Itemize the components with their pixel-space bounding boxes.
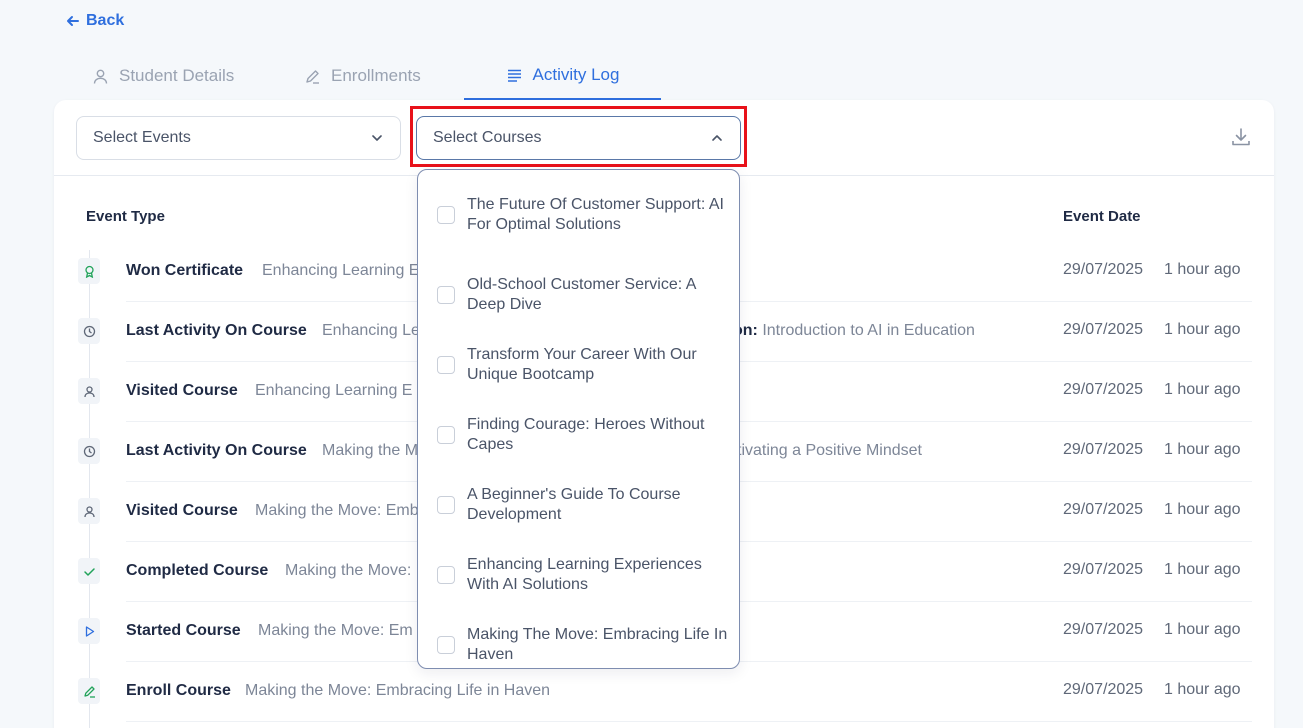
event-relative-time: 1 hour ago — [1164, 681, 1241, 698]
event-date: 29/07/2025 — [1063, 621, 1144, 638]
course-option-label: Finding Courage: Heroes Without Capes — [467, 416, 705, 453]
play-icon — [78, 618, 100, 644]
event-type-label: Completed Course — [126, 562, 269, 579]
filter-toolbar: Select Events Select Courses — [54, 100, 1274, 176]
clock-icon — [78, 438, 100, 464]
select-events-dropdown[interactable]: Select Events — [76, 116, 401, 160]
back-label: Back — [86, 12, 125, 29]
event-relative-time: 1 hour ago — [1164, 321, 1241, 338]
column-event-type: Event Type — [86, 208, 165, 225]
table-row: Enroll Course Making the Move: Embracing … — [54, 662, 1274, 722]
course-name: Making the Move: Embracing Life in Haven — [245, 682, 551, 699]
pencil-icon — [78, 678, 100, 704]
event-type-label: Enroll Course — [126, 682, 231, 699]
clock-icon — [78, 318, 100, 344]
download-icon — [1232, 128, 1250, 146]
course-option[interactable]: The Future Of Customer Support: AI For O… — [418, 184, 739, 246]
course-name: Enhancing Learning E — [255, 382, 413, 399]
select-courses-dropdown[interactable]: Select Courses — [416, 116, 741, 160]
event-relative-time: 1 hour ago — [1164, 381, 1241, 398]
course-option[interactable]: Old-School Customer Service: A Deep Dive — [418, 274, 739, 316]
event-relative-time: 1 hour ago — [1164, 561, 1241, 578]
course-option-label: Old-School Customer Service: A Deep Dive — [467, 276, 696, 313]
module-detail: tivating a Positive Mindset — [737, 442, 922, 460]
download-button[interactable] — [1230, 126, 1252, 148]
event-type-label: Won Certificate — [126, 262, 244, 279]
event-date: 29/07/2025 — [1063, 261, 1144, 278]
course-option-label: A Beginner's Guide To Course Development — [467, 486, 681, 523]
module-detail-value: tivating a Positive Mindset — [737, 442, 922, 459]
tab-label: Enrollments — [331, 66, 421, 85]
select-courses-label: Select Courses — [433, 129, 542, 146]
row-divider — [126, 721, 1252, 722]
course-option-label: The Future Of Customer Support: AI For O… — [467, 196, 724, 233]
event-date: 29/07/2025 — [1063, 441, 1144, 458]
event-type-label: Visited Course — [126, 382, 238, 399]
award-icon — [78, 258, 100, 284]
tab-label: Activity Log — [532, 65, 620, 84]
event-date: 29/07/2025 — [1063, 681, 1144, 698]
course-option[interactable]: Finding Courage: Heroes Without Capes — [418, 414, 739, 456]
course-option[interactable]: A Beginner's Guide To Course Development — [418, 484, 739, 526]
course-option-checkbox[interactable] — [437, 636, 455, 654]
course-name: Enhancing Learning E — [262, 262, 420, 279]
list-icon — [507, 69, 521, 82]
event-type-label: Last Activity On Course — [126, 322, 307, 339]
user-icon — [93, 69, 108, 84]
event-type-label: Visited Course — [126, 502, 238, 519]
course-name: Enhancing Le — [322, 322, 420, 339]
event-type-label: Last Activity On Course — [126, 442, 307, 459]
event-date: 29/07/2025 — [1063, 381, 1144, 398]
tab-activity-log[interactable]: Activity Log — [464, 52, 661, 100]
course-option-checkbox[interactable] — [437, 566, 455, 584]
tab-student-details[interactable]: Student Details — [92, 52, 272, 100]
course-name: Making the Move: Emb — [255, 502, 419, 519]
event-relative-time: 1 hour ago — [1164, 621, 1241, 638]
course-option-checkbox[interactable] — [437, 206, 455, 224]
event-date: 29/07/2025 — [1063, 321, 1144, 338]
course-option-checkbox[interactable] — [437, 286, 455, 304]
event-relative-time: 1 hour ago — [1164, 261, 1241, 278]
course-option[interactable]: Enhancing Learning Experiences With AI S… — [418, 554, 739, 596]
course-option-label: Making The Move: Embracing Life In Haven — [467, 626, 728, 663]
course-option-checkbox[interactable] — [437, 496, 455, 514]
pencil-icon — [306, 69, 319, 84]
event-relative-time: 1 hour ago — [1164, 441, 1241, 458]
courses-dropdown-menu: The Future Of Customer Support: AI For O… — [417, 169, 740, 669]
check-icon — [78, 558, 100, 584]
course-option[interactable]: Transform Your Career With Our Unique Bo… — [418, 344, 739, 386]
chevron-up-icon — [712, 135, 722, 141]
tab-enrollments[interactable]: Enrollments — [304, 52, 474, 100]
tab-label: Student Details — [119, 66, 235, 85]
select-events-label: Select Events — [93, 129, 191, 146]
course-option-label: Enhancing Learning Experiences With AI S… — [467, 556, 702, 593]
column-event-date: Event Date — [1063, 208, 1141, 225]
module-detail: on: Introduction to AI in Education — [733, 322, 975, 340]
course-name: Making the Move: Em — [258, 622, 413, 639]
course-option-checkbox[interactable] — [437, 356, 455, 374]
module-detail-value: Introduction to AI in Education — [762, 322, 975, 339]
back-link[interactable]: Back — [66, 12, 124, 30]
event-type-label: Started Course — [126, 622, 241, 639]
event-date: 29/07/2025 — [1063, 501, 1144, 518]
event-relative-time: 1 hour ago — [1164, 501, 1241, 518]
arrow-left-icon — [67, 16, 79, 26]
chevron-down-icon — [372, 135, 382, 141]
event-date: 29/07/2025 — [1063, 561, 1144, 578]
course-name: Making the M — [322, 442, 419, 459]
course-option[interactable]: Making The Move: Embracing Life In Haven — [418, 624, 739, 666]
course-option-checkbox[interactable] — [437, 426, 455, 444]
course-option-label: Transform Your Career With Our Unique Bo… — [467, 346, 697, 383]
user-icon — [78, 378, 100, 404]
course-name: Making the Move: — [285, 562, 412, 579]
user-icon — [78, 498, 100, 524]
